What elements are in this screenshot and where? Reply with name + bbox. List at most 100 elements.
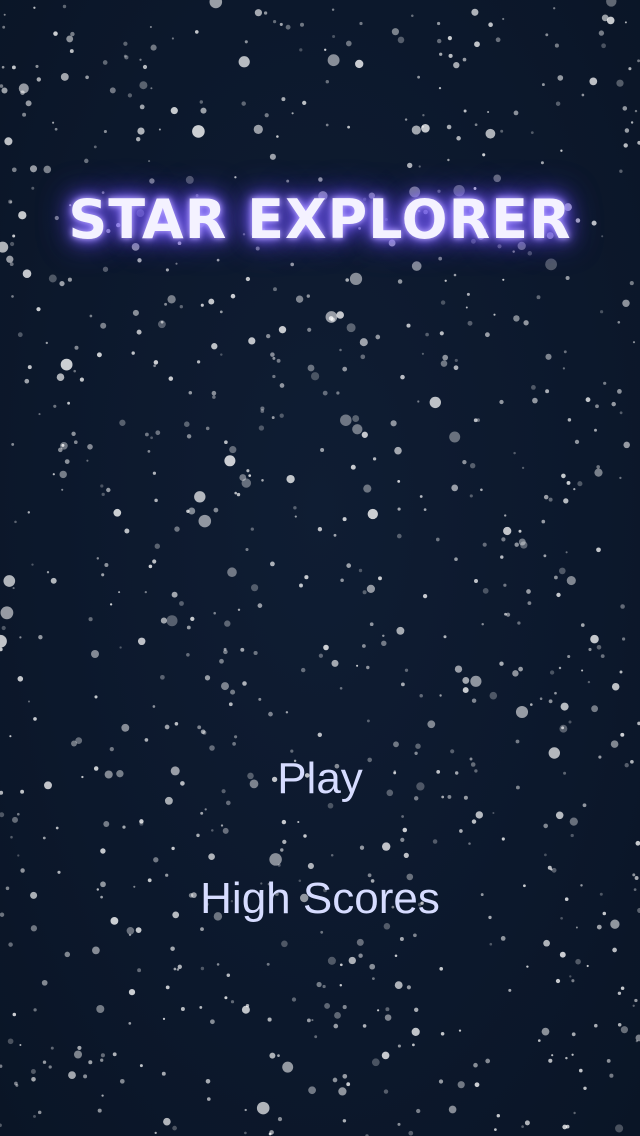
star-particle	[224, 620, 231, 627]
star-particle	[499, 661, 504, 666]
star-particle	[8, 942, 13, 947]
star-particle	[397, 479, 401, 483]
star-particle	[543, 494, 549, 500]
star-particle	[500, 129, 504, 133]
star-particle	[0, 647, 3, 652]
star-particle	[620, 1026, 628, 1034]
star-particle	[346, 1082, 351, 1087]
star-particle	[10, 835, 13, 839]
star-particle	[280, 848, 284, 852]
star-particle	[463, 109, 467, 113]
star-particle	[17, 854, 20, 857]
star-particle	[600, 654, 605, 658]
star-particle	[269, 853, 282, 866]
star-particle	[2, 25, 6, 29]
star-particle	[381, 1051, 390, 1060]
star-particle	[551, 867, 557, 873]
star-particle	[172, 1125, 177, 1131]
star-particle	[96, 1004, 105, 1014]
star-particle	[628, 67, 632, 71]
star-particle	[356, 664, 359, 667]
star-particle	[438, 1079, 444, 1084]
game-screen: STAR EXPLORER Play High Scores	[0, 0, 640, 1136]
star-particle	[438, 86, 442, 90]
star-particle	[277, 1054, 280, 1057]
play-button[interactable]: Play	[0, 754, 640, 804]
star-particle	[9, 735, 12, 738]
star-particle	[119, 419, 126, 426]
star-particle	[103, 129, 107, 134]
star-particle	[482, 588, 489, 594]
star-particle	[573, 1111, 576, 1115]
star-particle	[515, 739, 520, 744]
star-particle	[104, 562, 109, 568]
star-particle	[136, 137, 141, 142]
star-particle	[286, 474, 295, 484]
star-particle	[573, 487, 576, 491]
star-particle	[36, 307, 41, 312]
star-particle	[19, 1044, 22, 1046]
star-particle	[260, 406, 265, 411]
star-particle	[251, 584, 259, 592]
star-particle	[281, 97, 286, 102]
star-particle	[224, 996, 228, 1000]
star-particle	[407, 162, 413, 169]
star-particle	[609, 1073, 614, 1078]
star-particle	[474, 579, 478, 583]
star-particle	[0, 84, 4, 88]
star-particle	[161, 1071, 166, 1076]
star-particle	[190, 616, 195, 622]
star-particle	[396, 533, 402, 539]
star-particle	[612, 947, 617, 953]
star-particle	[86, 459, 89, 462]
star-particle	[568, 720, 572, 724]
star-particle	[33, 6, 36, 9]
star-particle	[443, 635, 447, 639]
star-particle	[266, 962, 270, 966]
star-particle	[547, 865, 552, 870]
star-particle	[211, 343, 218, 350]
star-particle	[401, 815, 404, 818]
star-particle	[342, 1119, 347, 1123]
star-particle	[362, 590, 367, 595]
star-particle	[14, 520, 17, 524]
star-particle	[174, 526, 180, 532]
star-particle	[232, 742, 236, 746]
star-particle	[521, 1125, 524, 1128]
star-particle	[276, 135, 279, 138]
star-particle	[421, 124, 430, 133]
star-particle	[570, 833, 574, 838]
star-particle	[139, 104, 145, 110]
star-particle	[192, 125, 205, 138]
star-particle	[589, 77, 598, 86]
star-particle	[100, 322, 107, 329]
star-particle	[96, 557, 100, 560]
star-particle	[171, 591, 178, 598]
star-particle	[406, 985, 411, 990]
star-particle	[164, 302, 168, 306]
high-scores-button[interactable]: High Scores	[0, 874, 640, 924]
star-particle	[61, 488, 64, 491]
star-particle	[124, 528, 130, 534]
star-particle	[523, 320, 529, 326]
star-particle	[87, 444, 93, 450]
star-particle	[52, 121, 55, 124]
star-particle	[411, 125, 421, 135]
star-particle	[302, 100, 307, 106]
star-particle	[236, 492, 241, 497]
star-particle	[30, 925, 38, 932]
star-particle	[562, 367, 566, 370]
star-particle	[9, 262, 14, 267]
star-particle	[361, 431, 368, 438]
star-particle	[421, 125, 424, 128]
star-particle	[210, 1019, 215, 1025]
star-particle	[342, 366, 348, 372]
star-particle	[300, 22, 304, 27]
star-particle	[536, 295, 541, 300]
star-particle	[557, 75, 564, 81]
star-particle	[248, 474, 252, 477]
star-particle	[358, 953, 363, 958]
star-particle	[126, 927, 135, 935]
star-particle	[385, 1007, 390, 1012]
star-particle	[60, 72, 69, 81]
